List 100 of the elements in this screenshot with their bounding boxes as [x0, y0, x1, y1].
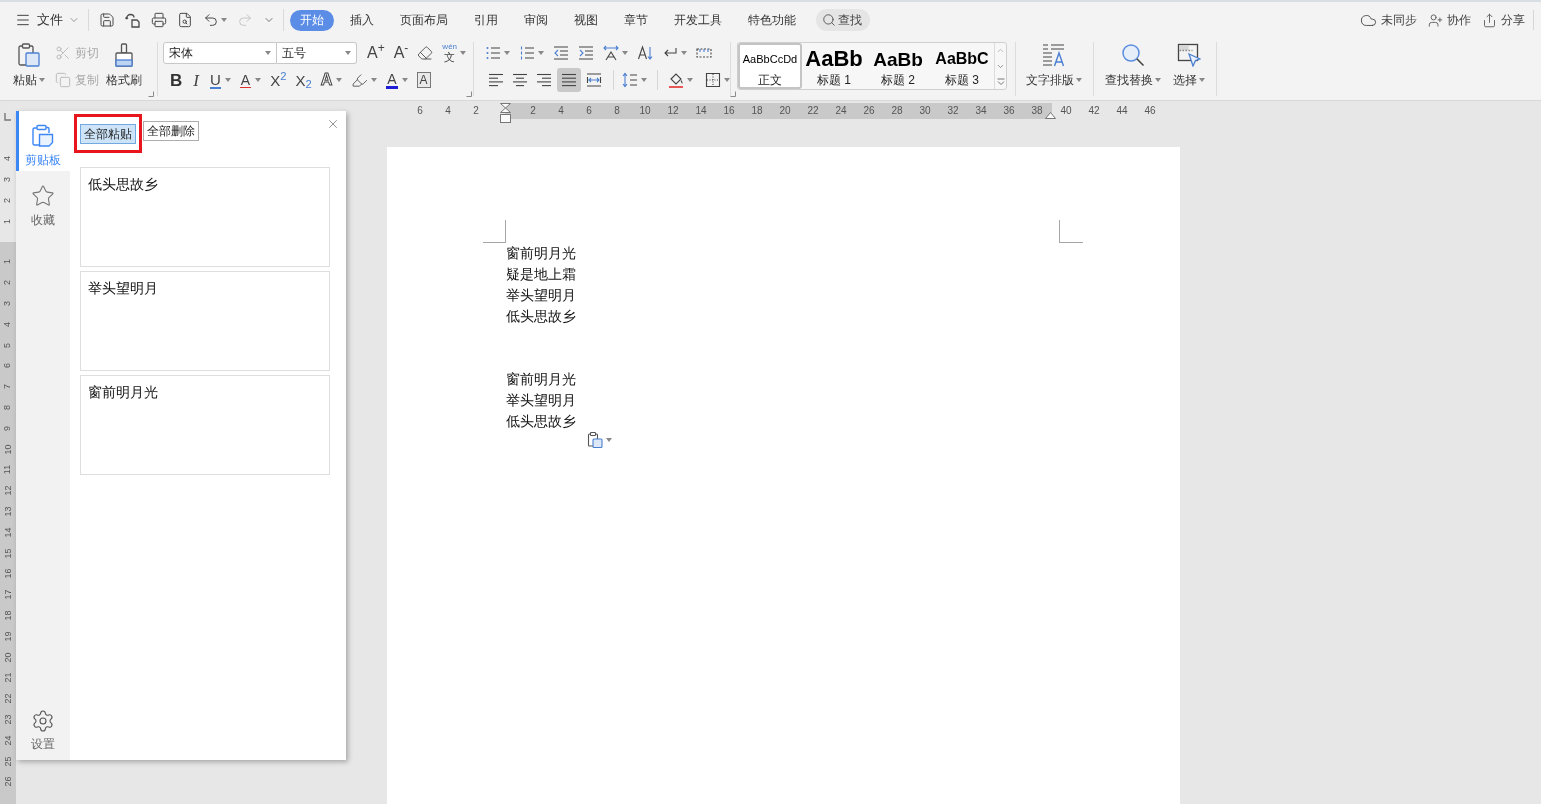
settings-button[interactable]: 设置 — [16, 709, 70, 751]
decrease-indent-icon[interactable] — [553, 45, 569, 61]
scissors-icon — [55, 45, 71, 61]
style-option[interactable]: AaBb 标题 2 — [866, 43, 930, 89]
ruler-number: 16 — [3, 568, 13, 579]
caret-icon — [460, 51, 467, 55]
subscript-button[interactable]: X$_{2}$ — [295, 72, 312, 88]
ruler-number: 38 — [1031, 104, 1043, 118]
chinese-layout-button[interactable] — [603, 45, 628, 61]
scroll-down-icon[interactable] — [996, 62, 1005, 71]
clipboard-item[interactable]: 低头思故乡 — [80, 167, 330, 267]
character-border-button[interactable]: A — [416, 72, 431, 88]
borders-button[interactable] — [705, 72, 730, 88]
ribbon-tab[interactable]: 审阅 — [514, 9, 558, 31]
style-option[interactable]: AaBbCcDd 正文 — [738, 43, 802, 89]
ruler-number: 17 — [3, 589, 13, 600]
ruler-number: 7 — [3, 384, 13, 390]
ruler-number: 32 — [947, 104, 959, 118]
clipboard-item[interactable]: 窗前明月光 — [80, 375, 330, 475]
print-icon[interactable] — [151, 12, 167, 28]
caret-icon — [224, 78, 231, 82]
text-line: 举头望明月 — [506, 286, 576, 305]
ruler-number: 3 — [3, 176, 13, 182]
font-name-field[interactable]: 宋体 — [163, 42, 277, 64]
ribbon-tab[interactable]: 特色功能 — [738, 9, 806, 31]
justify-button[interactable] — [557, 68, 581, 92]
undo-button[interactable] — [203, 12, 227, 28]
ribbon-tab[interactable]: 开发工具 — [664, 9, 732, 31]
caret-icon — [401, 78, 408, 82]
format-painter-button[interactable]: 格式刷 — [105, 38, 143, 100]
text-line: 疑是地上霜 — [506, 265, 576, 284]
eraser-icon[interactable] — [417, 45, 434, 61]
share-button[interactable]: 分享 — [1482, 11, 1525, 29]
strikethrough-button[interactable]: A — [239, 72, 262, 88]
sort-icon[interactable] — [637, 45, 653, 61]
right-indent-marker-icon[interactable] — [1045, 112, 1056, 119]
clipboard-icon — [587, 432, 603, 448]
search-icon — [1120, 43, 1145, 67]
paste-button[interactable]: 粘贴 — [9, 38, 49, 100]
ruler-icon[interactable] — [696, 45, 712, 61]
ruler-number: 1 — [3, 259, 13, 265]
italic-button[interactable]: I — [191, 71, 201, 89]
clipboard-item[interactable]: 举头望明月 — [80, 271, 330, 371]
sync-status-button[interactable]: 未同步 — [1360, 11, 1417, 29]
indent-marker-icon[interactable] — [500, 103, 511, 123]
tab-stop-icon[interactable] — [4, 113, 11, 121]
ribbon-tab[interactable]: 页面布局 — [390, 9, 458, 31]
document-search-icon[interactable] — [177, 12, 193, 28]
paste-all-button[interactable]: 全部粘贴 — [80, 124, 136, 144]
clipboard-icon — [31, 124, 55, 148]
save-icon[interactable] — [99, 12, 115, 28]
select-button[interactable]: 选择 — [1172, 38, 1206, 100]
superscript-button[interactable]: X$^{2}$ — [270, 72, 287, 88]
ruler-number: 18 — [751, 104, 763, 118]
style-option[interactable]: AaBb 标题 1 — [802, 43, 866, 89]
numbered-list-button[interactable] — [519, 45, 544, 61]
underline-button[interactable]: U — [209, 71, 231, 89]
ruler-number: 15 — [3, 548, 13, 559]
grow-font-button[interactable]: A$^{+}$ — [367, 45, 385, 61]
delete-all-button[interactable]: 全部删除 — [143, 121, 199, 141]
ruler-number: 19 — [3, 631, 13, 642]
ribbon-tab[interactable]: 章节 — [614, 9, 658, 31]
ruler-number: 4 — [445, 104, 451, 118]
ruler-number: 9 — [3, 425, 13, 431]
pinyin-guide-button[interactable]: wén 文 — [442, 43, 467, 63]
increase-indent-icon[interactable] — [578, 45, 594, 61]
bullet-list-button[interactable] — [485, 45, 510, 61]
shrink-font-button[interactable]: A$^{-}$ — [393, 45, 409, 61]
close-icon[interactable] — [326, 117, 340, 131]
collaborate-button[interactable]: 协作 — [1428, 11, 1471, 29]
font-size-field[interactable]: 五号 — [277, 42, 357, 64]
caret-icon — [39, 78, 45, 82]
font-color-button[interactable]: A — [386, 71, 408, 89]
ruler-number: 18 — [3, 610, 13, 621]
ribbon-tab[interactable]: 插入 — [340, 9, 384, 31]
panel-nav-item[interactable]: 收藏 — [16, 171, 70, 231]
export-icon[interactable] — [125, 12, 141, 28]
ribbon-tab[interactable]: 引用 — [464, 9, 508, 31]
ribbon-tab[interactable]: 视图 — [564, 9, 608, 31]
find-replace-button[interactable]: 查找替换 — [1104, 38, 1161, 100]
distributed-align-icon — [586, 72, 602, 88]
text-line: 窗前明月光 — [506, 370, 576, 389]
paste-options-button[interactable] — [587, 432, 612, 448]
dialog-launcher-icon[interactable] — [466, 91, 473, 97]
shading-button[interactable] — [668, 72, 693, 88]
ruler-number: 4 — [3, 155, 13, 161]
text-line: 举头望明月 — [506, 391, 576, 410]
dialog-launcher-icon[interactable] — [148, 91, 154, 97]
ruler-number: 2 — [473, 104, 479, 118]
dialog-launcher-icon[interactable] — [730, 91, 736, 97]
panel-nav-item[interactable]: 剪贴板 — [16, 111, 70, 171]
align-right-icon — [536, 72, 552, 88]
search-button[interactable]: 查找 — [816, 9, 870, 31]
bold-button[interactable]: B — [170, 71, 183, 89]
file-menu[interactable]: 文件 — [15, 10, 80, 30]
text-layout-button[interactable]: 文字排版 — [1025, 38, 1083, 100]
highlight-button[interactable] — [351, 71, 378, 89]
ruler-number: 23 — [3, 714, 13, 725]
style-option[interactable]: AaBbC 标题 3 — [930, 43, 994, 89]
line-spacing-button[interactable] — [622, 72, 647, 88]
